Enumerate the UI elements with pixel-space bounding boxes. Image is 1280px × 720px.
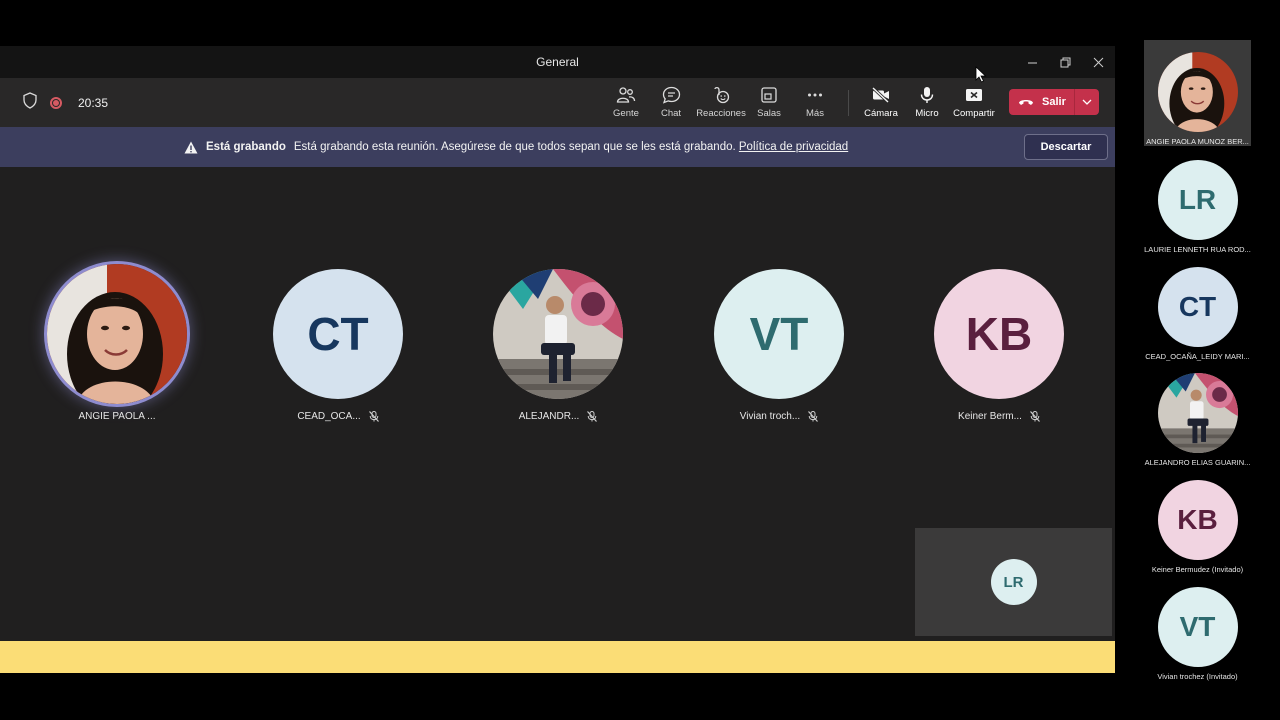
recording-icon xyxy=(50,96,62,109)
content-share-strip xyxy=(0,641,1115,673)
participant-tile[interactable]: ANGIE PAOLA ... xyxy=(37,264,197,422)
participant-initials-avatar: KB xyxy=(934,269,1064,399)
minimize-button[interactable] xyxy=(1016,46,1049,78)
reactions-icon xyxy=(714,86,730,104)
hang-up-icon xyxy=(1019,100,1033,105)
participant-name: ALEJANDR... xyxy=(519,411,598,422)
recording-banner: Está grabando Está grabando esta reunión… xyxy=(0,127,1115,167)
leave-label: Salir xyxy=(1042,96,1066,108)
reactions-button[interactable]: Reacciones xyxy=(696,78,746,127)
shield-icon[interactable] xyxy=(22,91,38,114)
mic-button[interactable]: Micro xyxy=(914,78,940,127)
chat-icon xyxy=(662,86,680,104)
mic-label: Micro xyxy=(915,108,939,119)
chat-label: Chat xyxy=(660,108,682,119)
sidebar-participant[interactable]: CT CEAD_OCAÑA_LEIDY MARI... xyxy=(1144,267,1251,361)
participant-tile[interactable]: KB Keiner Berm... xyxy=(919,269,1079,422)
participant-initials-avatar: CT xyxy=(273,269,403,399)
sidebar-photo-avatar xyxy=(1157,373,1238,453)
rooms-label: Salas xyxy=(757,108,781,119)
restore-button[interactable] xyxy=(1049,46,1082,78)
banner-message-text: Está grabando esta reunión. Asegúrese de… xyxy=(293,141,736,153)
participant-name: ANGIE PAOLA ... xyxy=(78,411,156,422)
stop-share-icon xyxy=(966,89,982,101)
dismiss-button[interactable]: Descartar xyxy=(1024,134,1108,160)
reactions-label: Reacciones xyxy=(696,108,746,119)
participant-tile[interactable]: ALEJANDR... xyxy=(478,269,638,422)
chevron-down-icon xyxy=(1082,99,1092,105)
sidebar-initials-avatar: KB xyxy=(1157,480,1238,560)
mic-muted-icon xyxy=(587,411,598,422)
more-icon xyxy=(808,93,822,97)
sidebar-participant-name: Vivian trochez (Invitado) xyxy=(1157,672,1238,681)
sidebar-participant[interactable]: ANGIE PAOLA MUNOZ BER... xyxy=(1144,40,1251,146)
title-bar: General xyxy=(0,46,1115,78)
sidebar-initials-avatar: LR xyxy=(1157,160,1238,240)
sidebar-participant[interactable]: LR LAURIE LENNETH RUA ROD... xyxy=(1144,160,1251,254)
camera-label: Cámara xyxy=(864,108,898,119)
people-button[interactable]: Gente xyxy=(613,78,639,127)
meeting-info: 20:35 xyxy=(22,78,108,127)
more-label: Más xyxy=(806,108,824,119)
sidebar-initials-avatar: VT xyxy=(1157,587,1238,667)
mic-muted-icon xyxy=(808,411,819,422)
participant-name: CEAD_OCA... xyxy=(297,411,379,422)
chat-button[interactable]: Chat xyxy=(658,78,684,127)
toolbar-divider xyxy=(848,90,849,116)
sidebar-participant[interactable]: KB Keiner Bermudez (Invitado) xyxy=(1144,480,1251,574)
share-button[interactable]: Compartir xyxy=(952,78,996,127)
sidebar-participant-name: LAURIE LENNETH RUA ROD... xyxy=(1144,245,1251,254)
people-label: Gente xyxy=(613,108,639,119)
participant-photo-avatar xyxy=(47,264,187,404)
sidebar-initials-avatar: CT xyxy=(1157,267,1238,347)
sidebar-participant[interactable]: VT Vivian trochez (Invitado) xyxy=(1144,587,1251,681)
participant-name: Keiner Berm... xyxy=(958,411,1040,422)
window-title: General xyxy=(536,55,579,69)
participant-name: Vivian troch... xyxy=(740,411,819,422)
breakout-rooms-icon xyxy=(761,87,777,103)
camera-button[interactable]: Cámara xyxy=(864,78,898,127)
banner-title: Está grabando xyxy=(206,141,286,153)
participant-initials-avatar: VT xyxy=(714,269,844,399)
privacy-policy-link[interactable]: Política de privacidad xyxy=(739,141,848,153)
participant-tile[interactable]: CT CEAD_OCA... xyxy=(258,269,418,422)
sidebar-participant[interactable]: ALEJANDRO ELIAS GUARIN... xyxy=(1144,373,1251,467)
participant-tile[interactable]: VT Vivian troch... xyxy=(699,269,859,422)
warning-icon xyxy=(184,141,198,153)
leave-button[interactable]: Salir xyxy=(1009,96,1074,108)
people-icon xyxy=(616,87,636,103)
self-view-avatar: LR xyxy=(990,559,1037,605)
banner-content: Está grabando Está grabando esta reunión… xyxy=(184,127,848,167)
sidebar-participant-name: ALEJANDRO ELIAS GUARIN... xyxy=(1144,458,1251,467)
self-view-tile[interactable]: LR xyxy=(915,528,1112,636)
more-button[interactable]: Más xyxy=(802,78,828,127)
leave-options-button[interactable] xyxy=(1074,89,1099,115)
share-label: Compartir xyxy=(953,108,995,119)
close-button[interactable] xyxy=(1082,46,1115,78)
participant-photo-avatar xyxy=(493,269,623,399)
mic-muted-icon xyxy=(368,411,379,422)
microphone-icon xyxy=(920,87,934,103)
mouse-cursor-icon xyxy=(975,66,987,88)
meeting-toolbar: 20:35 Gente Chat Reacciones Salas Más Cá… xyxy=(0,78,1115,127)
sidebar-participant-name: CEAD_OCAÑA_LEIDY MARI... xyxy=(1145,352,1250,361)
leave-button-group: Salir xyxy=(1009,89,1099,115)
rooms-button[interactable]: Salas xyxy=(756,78,782,127)
sidebar-participant-name: ANGIE PAOLA MUNOZ BER... xyxy=(1146,137,1249,146)
meeting-timer: 20:35 xyxy=(78,95,109,110)
banner-message: Está grabando esta reunión. Asegúrese de… xyxy=(294,141,848,153)
sidebar-photo-avatar xyxy=(1157,52,1238,132)
mic-muted-icon xyxy=(1030,411,1040,422)
camera-off-icon xyxy=(871,86,890,104)
window-controls xyxy=(1016,46,1115,78)
sidebar-participant-name: Keiner Bermudez (Invitado) xyxy=(1151,565,1244,574)
